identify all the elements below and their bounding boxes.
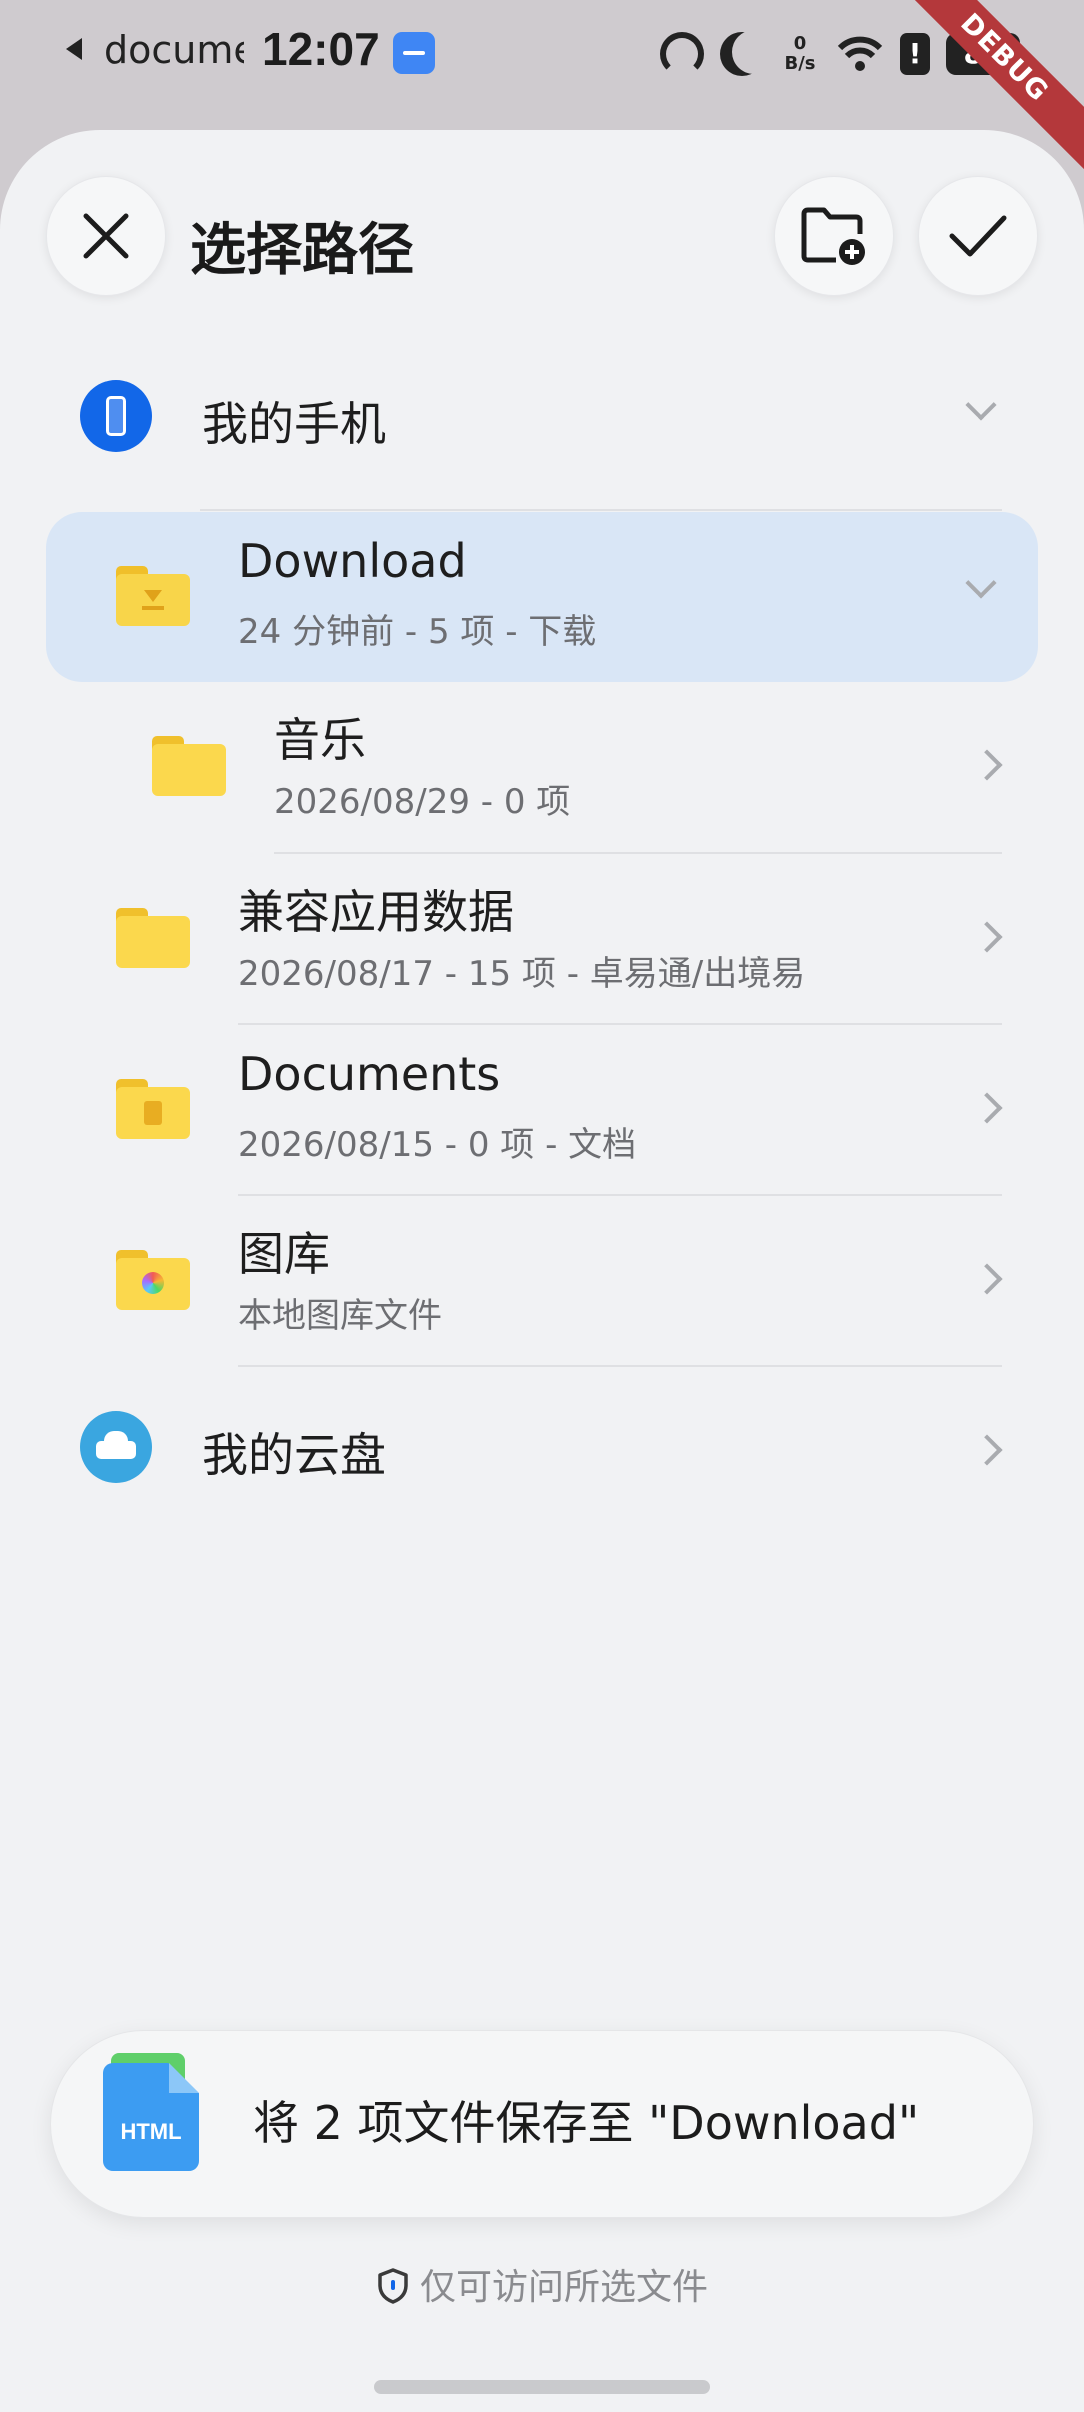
network-speed: 0 B/s xyxy=(780,34,820,74)
chevron-right-icon xyxy=(971,921,1003,953)
confirm-button[interactable] xyxy=(918,176,1038,296)
gallery-folder-icon xyxy=(116,1250,190,1310)
cloud-drive-icon xyxy=(80,1411,152,1483)
documents-folder-icon xyxy=(116,1079,190,1139)
back-to-app-icon[interactable] xyxy=(66,38,82,60)
chevron-down-icon[interactable] xyxy=(965,567,997,599)
save-summary-card: HTML 将 2 项文件保存至 "Download" xyxy=(50,2030,1034,2218)
status-time: 12:07 xyxy=(262,23,380,75)
location-my-cloud[interactable]: 我的云盘 xyxy=(0,1367,1084,1527)
folder-row-download[interactable]: Download 24 分钟前 - 5 项 - 下载 xyxy=(0,512,1084,682)
chevron-right-icon xyxy=(971,1434,1003,1466)
chevron-down-icon[interactable] xyxy=(965,389,997,421)
wifi-icon xyxy=(837,36,883,71)
divider xyxy=(200,509,1002,511)
close-button[interactable] xyxy=(46,176,166,296)
location-label: 我的云盘 xyxy=(202,1428,386,1482)
location-my-phone[interactable]: 我的手机 xyxy=(0,358,1084,508)
save-summary-text: 将 2 项文件保存至 "Download" xyxy=(253,2096,920,2150)
alert-icon: ! xyxy=(900,33,930,75)
usb-icon xyxy=(393,32,435,74)
status-bar: documer 12:07 0 B/s ! 89 DEBUG xyxy=(0,0,1084,180)
chevron-right-icon xyxy=(971,749,1003,781)
network-speed-unit: B/s xyxy=(784,53,816,74)
folder-row-documents[interactable]: Documents 2026/08/15 - 0 项 - 文档 xyxy=(0,1025,1084,1195)
download-folder-icon xyxy=(116,566,190,626)
back-app-label[interactable]: documer xyxy=(104,28,244,72)
folder-meta: 2026/08/15 - 0 项 - 文档 xyxy=(238,1125,637,1165)
access-note-text: 仅可访问所选文件 xyxy=(419,2267,708,2308)
folder-meta: 本地图库文件 xyxy=(238,1296,442,1336)
folder-meta: 2026/08/17 - 15 项 - 卓易通/出境易 xyxy=(238,954,806,994)
chevron-right-icon xyxy=(971,1092,1003,1124)
home-indicator[interactable] xyxy=(374,2380,710,2394)
do-not-disturb-moon-icon xyxy=(720,32,764,76)
access-note: 仅可访问所选文件 xyxy=(0,2258,1084,2310)
folder-name: 音乐 xyxy=(274,713,366,767)
performance-gauge-icon xyxy=(660,32,704,76)
folder-name: 图库 xyxy=(238,1227,330,1281)
folder-meta: 24 分钟前 - 5 项 - 下载 xyxy=(238,612,597,652)
new-folder-button[interactable] xyxy=(774,176,894,296)
check-icon xyxy=(949,215,1007,257)
chevron-right-icon xyxy=(971,1263,1003,1295)
folder-name: Documents xyxy=(238,1047,501,1101)
file-type-label: HTML xyxy=(120,2119,182,2144)
folder-name: 兼容应用数据 xyxy=(238,885,514,939)
close-icon xyxy=(83,213,129,259)
network-speed-value: 0 xyxy=(793,33,807,54)
folder-row-music[interactable]: 音乐 2026/08/29 - 0 项 xyxy=(0,682,1084,852)
page-title: 选择路径 xyxy=(190,218,414,283)
folder-add-icon xyxy=(801,207,865,265)
shield-icon xyxy=(378,2268,408,2304)
folder-row-gallery[interactable]: 图库 本地图库文件 xyxy=(0,1196,1084,1366)
folder-meta: 2026/08/29 - 0 项 xyxy=(274,782,571,822)
phone-icon xyxy=(80,380,152,452)
path-picker-sheet: 选择路径 我的手机 Download 24 分钟前 - 5 项 - 下载 音乐 … xyxy=(0,130,1084,2412)
folder-icon xyxy=(116,908,190,968)
html-file-icon: HTML xyxy=(103,2053,201,2171)
folder-icon xyxy=(152,736,226,796)
location-label: 我的手机 xyxy=(202,397,386,451)
folder-row-compat-app-data[interactable]: 兼容应用数据 2026/08/17 - 15 项 - 卓易通/出境易 xyxy=(0,854,1084,1024)
folder-name: Download xyxy=(238,534,467,588)
